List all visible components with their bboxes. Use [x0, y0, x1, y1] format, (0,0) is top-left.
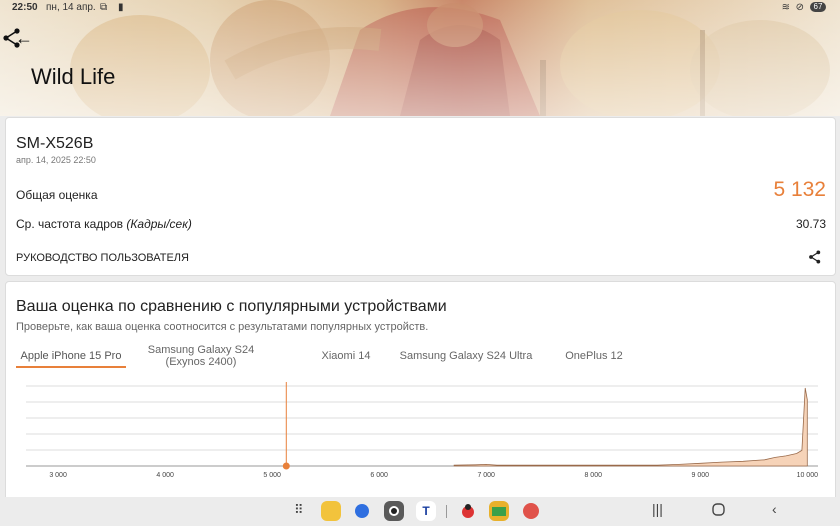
x-tick-label: 10 000	[797, 472, 819, 479]
x-tick-label: 6 000	[370, 472, 388, 479]
run-date: апр. 14, 2025 22:50	[16, 155, 96, 165]
tab-xiaomi-14[interactable]: Xiaomi 14	[306, 350, 386, 362]
comparison-card: Ваша оценка по сравнению с популярными у…	[5, 281, 836, 503]
overall-score-label: Общая оценка	[16, 188, 98, 202]
x-tick-label: 4 000	[156, 472, 174, 479]
tab-samsung-galaxy-s24-ultra[interactable]: Samsung Galaxy S24 Ultra	[398, 350, 534, 362]
comparison-subtitle: Проверьте, как ваша оценка соотносится с…	[16, 321, 429, 333]
apps-grid-icon[interactable]: ⠿	[294, 502, 304, 518]
result-card: SM-X526B апр. 14, 2025 22:50 Общая оценк…	[5, 117, 836, 276]
share-icon[interactable]	[0, 26, 24, 50]
folder-icon[interactable]	[489, 501, 509, 521]
battery-icon: 67	[810, 2, 826, 12]
status-time: 22:50	[12, 2, 38, 13]
x-tick-label: 5 000	[263, 472, 281, 479]
tab-apple-iphone-15-pro[interactable]: Apple iPhone 15 Pro	[18, 350, 124, 362]
fps-value: 30.73	[795, 217, 826, 231]
home-button[interactable]	[712, 503, 725, 519]
wifi-icon: ≋	[781, 2, 790, 13]
dock-divider	[446, 505, 447, 518]
x-tick-label: 7 000	[477, 472, 495, 479]
x-tick-label: 8 000	[584, 472, 602, 479]
status-bar: 22:50 пн, 14 апр. ⧉ ▮ ≋ ⊘ 67	[0, 0, 840, 16]
game-icon[interactable]	[521, 501, 541, 521]
recent-apps-button[interactable]: |||	[652, 501, 663, 517]
score-distribution-chart: 3 000 4 000 5 000 6 000 7 000 8 000 9 000 10 00…	[26, 382, 819, 479]
dnd-icon: ⊘	[795, 2, 804, 13]
tab-oneplus-12[interactable]: OnePlus 12	[554, 350, 634, 362]
x-tick-label: 9 000	[692, 472, 710, 479]
tasks-icon[interactable]: T	[416, 501, 436, 521]
distribution-area	[453, 387, 808, 467]
ladybug-icon[interactable]	[458, 501, 478, 521]
hero-banner: ← Wild Life	[0, 0, 840, 116]
notes-icon[interactable]	[321, 501, 341, 521]
overall-score-value: 5 132	[773, 178, 826, 201]
device-name: SM-X526B	[16, 135, 94, 152]
page-title: Wild Life	[31, 64, 116, 89]
x-tick-label: 3 000	[49, 472, 67, 479]
fps-unit: (Кадры/сек)	[126, 217, 192, 231]
back-button[interactable]: ‹	[772, 501, 777, 517]
fps-label-text: Ср. частота кадров	[16, 217, 123, 231]
fps-label: Ср. частота кадров (Кадры/сек)	[16, 217, 192, 231]
camera-icon[interactable]	[384, 501, 404, 521]
active-tab-indicator	[16, 366, 126, 368]
hero-illustration	[0, 0, 840, 116]
share-result-icon[interactable]	[807, 249, 823, 265]
tab-samsung-galaxy-s24-exynos[interactable]: Samsung Galaxy S24 (Exynos 2400)	[136, 344, 266, 368]
navigation-bar: ⠿ T ||| ‹	[0, 497, 840, 525]
lock-icon: ▮	[118, 2, 124, 13]
user-guide-link[interactable]: РУКОВОДСТВО ПОЛЬЗОВАТЕЛЯ	[16, 252, 189, 264]
comparison-title: Ваша оценка по сравнению с популярными у…	[16, 298, 447, 315]
your-score-marker	[282, 462, 290, 470]
screenshot-icon: ⧉	[100, 2, 108, 13]
status-date: пн, 14 апр.	[46, 2, 96, 13]
messages-icon[interactable]	[352, 501, 372, 521]
